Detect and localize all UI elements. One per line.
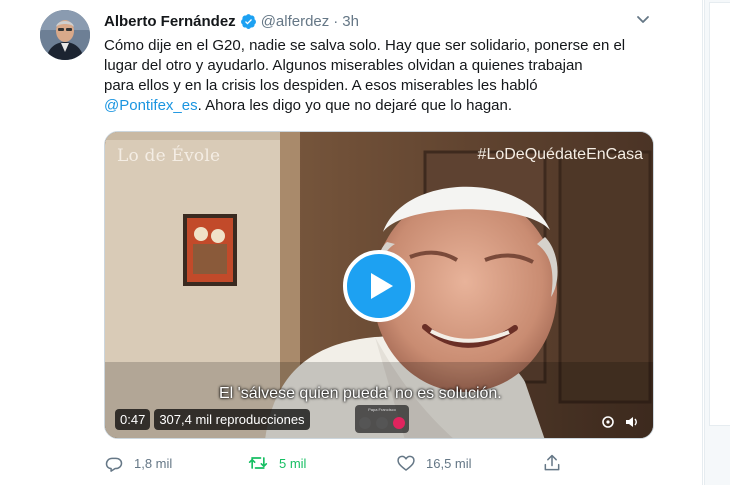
chevron-down-icon[interactable]: [636, 12, 650, 23]
video-player[interactable]: Lo de Évole #LoDeQuédateEnCasa El 'sálve…: [104, 131, 654, 439]
volume-icon[interactable]: [625, 415, 639, 429]
camera-icon: [376, 417, 388, 429]
reply-count: 1,8 mil: [134, 455, 173, 471]
mention-link[interactable]: @Pontifex_es: [104, 97, 198, 114]
sidebar-card: [709, 2, 730, 426]
play-button[interactable]: [343, 250, 415, 322]
tweet-text-line: para ellos y en la crisis los despiden. …: [104, 77, 538, 94]
reply-icon: [105, 457, 123, 472]
author-name[interactable]: Alberto Fernández: [104, 13, 236, 30]
reply-button[interactable]: 1,8 mil: [104, 452, 172, 474]
video-brand-text: Lo de Évole: [117, 146, 221, 166]
video-controls: [601, 414, 645, 430]
video-badges: 0:47 307,4 mil reproducciones: [115, 409, 310, 430]
like-icon: [397, 455, 415, 471]
share-icon: [544, 454, 560, 471]
like-count: 16,5 mil: [426, 455, 472, 471]
right-sidebar: [704, 0, 730, 485]
avatar[interactable]: [40, 10, 90, 60]
call-title: Papa Francisco: [368, 407, 396, 412]
tweet-timestamp[interactable]: 3h: [342, 13, 359, 30]
retweet-button[interactable]: 5 mil: [247, 452, 306, 474]
hangup-icon: [393, 417, 405, 429]
tweet-text-line: Cómo dije en el G20, nadie se salva solo…: [104, 37, 626, 54]
tweet-text: Cómo dije en el G20, nadie se salva solo…: [104, 36, 656, 116]
video-views: 307,4 mil reproducciones: [154, 409, 310, 430]
tweet-header: Alberto Fernández @alferdez · 3h: [104, 11, 359, 31]
verified-badge-icon: [240, 13, 257, 30]
tweet-card[interactable]: Alberto Fernández @alferdez · 3h Cómo di…: [0, 0, 703, 485]
header-separator: ·: [333, 12, 339, 30]
video-hashtag-text: #LoDeQuédateEnCasa: [477, 146, 643, 163]
tweet-text-line: lugar del otro y ayudarlo. Algunos miser…: [104, 57, 583, 74]
like-button[interactable]: 16,5 mil: [396, 452, 472, 474]
play-icon: [371, 273, 393, 299]
retweet-count: 5 mil: [279, 455, 307, 471]
retweet-icon: [248, 457, 268, 469]
author-handle[interactable]: @alferdez: [261, 13, 330, 30]
tweet-text-tail: . Ahora les digo yo que no dejaré que lo…: [197, 97, 513, 114]
video-duration: 0:47: [115, 409, 151, 430]
tweet-text-last-line: @Pontifex_es. Ahora les digo yo que no d…: [104, 96, 656, 116]
share-button[interactable]: [542, 452, 572, 474]
video-call-overlay: Papa Francisco: [355, 405, 409, 433]
settings-icon[interactable]: [601, 415, 615, 429]
tweet-actions: 1,8 mil 5 mil 16,5 mil: [104, 452, 564, 474]
mic-icon: [359, 417, 371, 429]
video-subtitle: El 'sálvese quien pueda' no es solución.: [219, 385, 502, 402]
